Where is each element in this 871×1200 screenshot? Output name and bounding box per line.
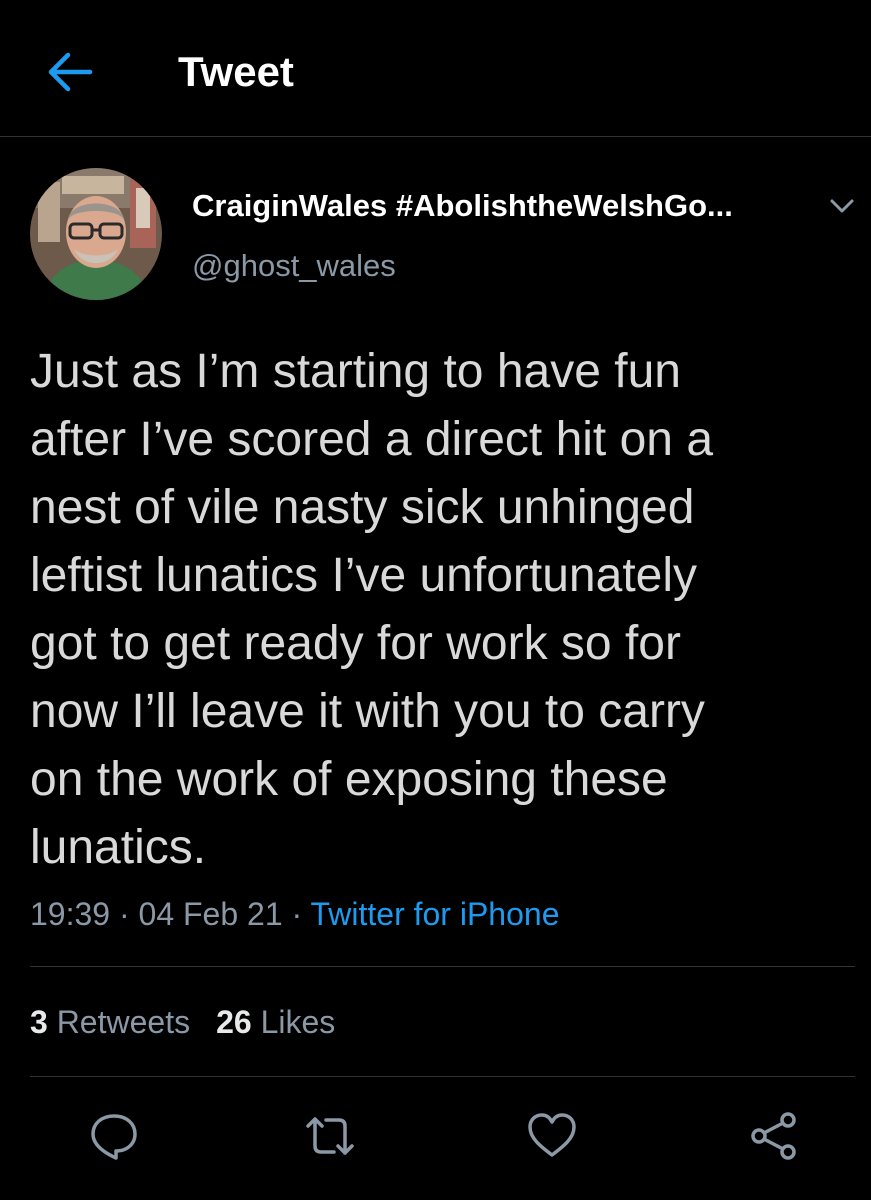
tweet-meta: 19:39 · 04 Feb 21 · Twitter for iPhone [30, 892, 559, 936]
tweet-text-line: nest of vile nasty sick unhinged [30, 481, 695, 534]
tweet-text-line: leftist lunatics I’ve unfortunately [30, 549, 698, 602]
meta-separator: · [118, 896, 130, 932]
display-name[interactable]: CraiginWales #AbolishtheWelshGo... [192, 186, 802, 226]
tweet-stats: 3 Retweets 26 Likes [30, 1000, 335, 1044]
divider [30, 966, 855, 967]
tweet-text-line: now I’ll leave it with you to carry [30, 685, 705, 738]
retweets-label: Retweets [56, 1004, 191, 1040]
avatar[interactable] [30, 168, 162, 300]
tweet-text: Just as I’m starting to have fun after I… [30, 338, 840, 882]
tweet-text-line: lunatics. [30, 821, 207, 874]
meta-separator: · [291, 896, 303, 932]
like-icon[interactable] [526, 1110, 578, 1162]
retweets-stat[interactable]: 3 Retweets [30, 1000, 190, 1044]
likes-count: 26 [216, 1004, 252, 1040]
tweet-date[interactable]: 04 Feb 21 [139, 896, 283, 932]
tweet-text-line: Just as I’m starting to have fun [30, 345, 681, 398]
share-icon[interactable] [748, 1110, 800, 1162]
tweet-text-line: got to get ready for work so for [30, 617, 681, 670]
likes-label: Likes [260, 1004, 336, 1040]
tweet-text-line: on the work of exposing these [30, 753, 668, 806]
tweet-text-line: after I’ve scored a direct hit on a [30, 413, 714, 466]
tweet-source-link[interactable]: Twitter for iPhone [310, 896, 559, 932]
retweet-icon[interactable] [304, 1110, 356, 1162]
user-handle[interactable]: @ghost_wales [192, 246, 396, 286]
divider [30, 1076, 855, 1077]
chevron-down-icon[interactable] [826, 190, 858, 222]
page-title: Tweet [178, 48, 294, 95]
retweets-count: 3 [30, 1004, 48, 1040]
avatar-image [30, 168, 162, 300]
tweet-time: 19:39 [30, 896, 111, 932]
likes-stat[interactable]: 26 Likes [216, 1000, 335, 1044]
app-header: Tweet [0, 0, 871, 137]
reply-icon[interactable] [88, 1110, 140, 1162]
arrow-left-icon[interactable] [46, 50, 94, 94]
